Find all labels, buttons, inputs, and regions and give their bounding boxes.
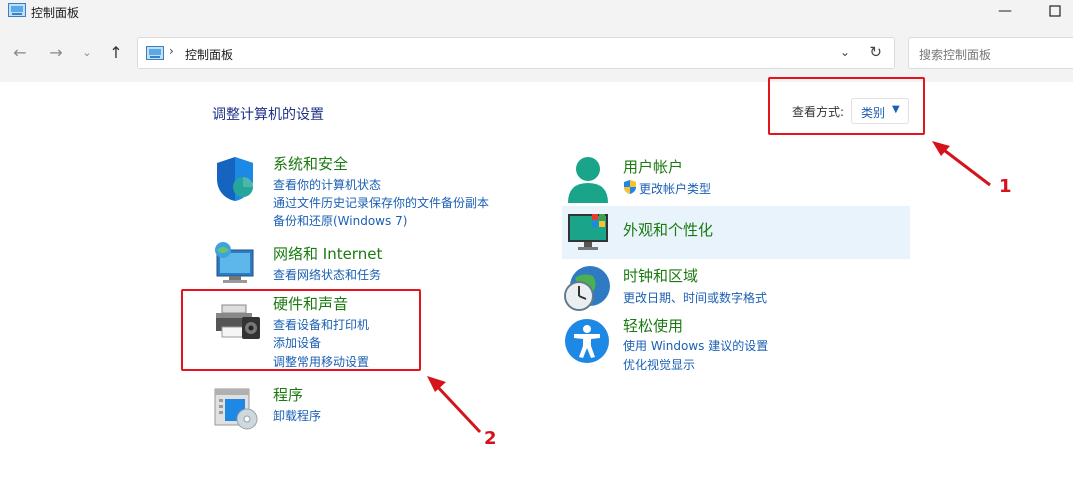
arrow-head-2 — [427, 376, 446, 392]
annotation-number-1: 1 — [999, 176, 1012, 197]
annotation-arrows — [427, 141, 991, 434]
annotation-number-2: 2 — [484, 428, 497, 449]
